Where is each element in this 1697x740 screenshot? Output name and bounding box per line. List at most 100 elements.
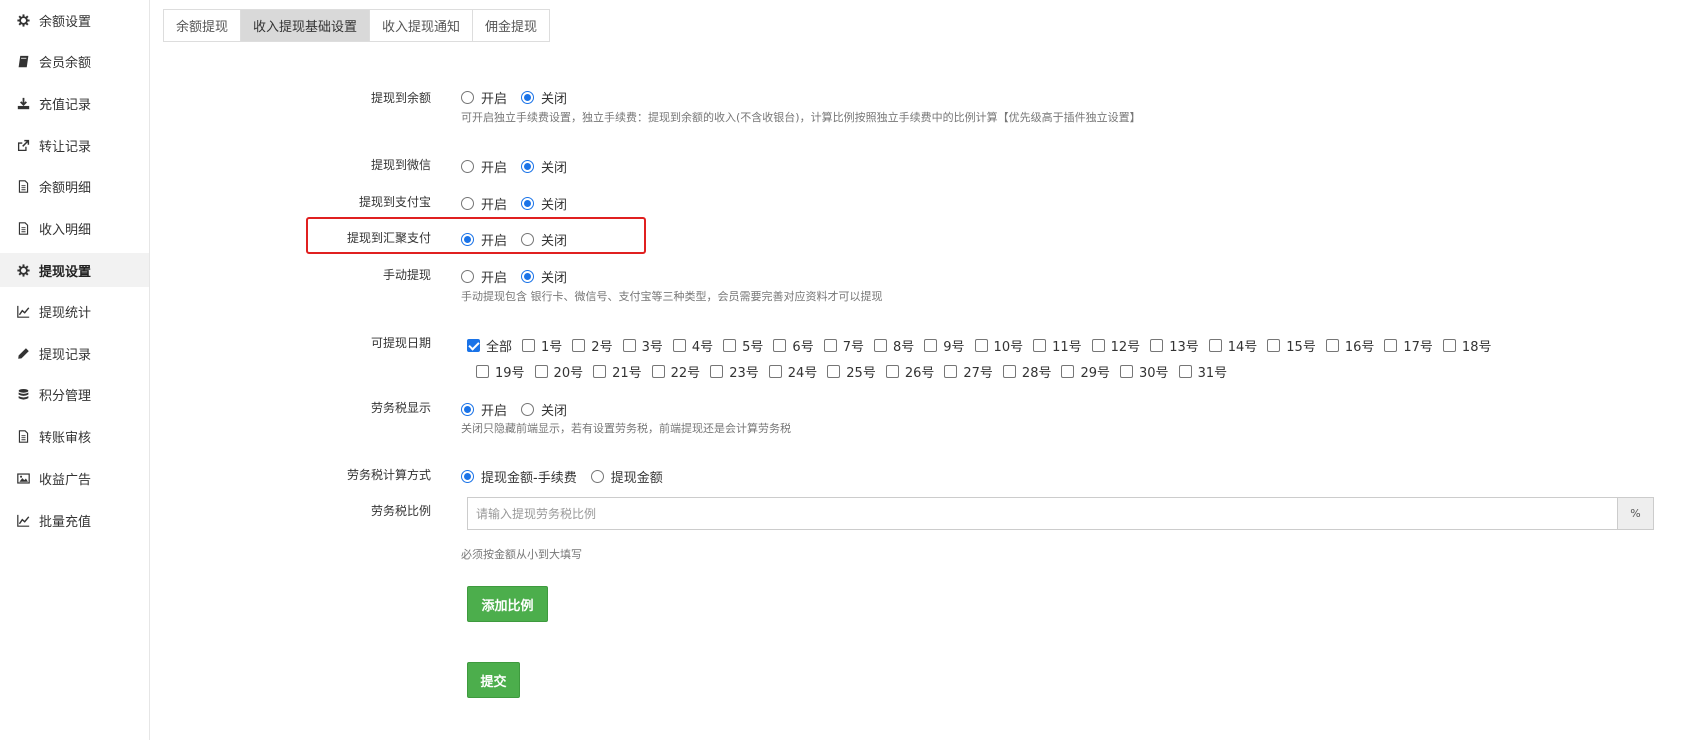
to-huiju-on-radio[interactable]: 开启 bbox=[461, 230, 507, 249]
date-checkbox[interactable]: 26号 bbox=[885, 362, 934, 381]
to-balance-options: 开启 关闭 bbox=[461, 88, 581, 107]
to-alipay-options: 开启 关闭 bbox=[461, 194, 581, 213]
tax-ratio-input-group: % bbox=[467, 497, 1654, 530]
date-checkbox[interactable]: 1号 bbox=[522, 336, 562, 355]
date-checkbox[interactable]: 7号 bbox=[823, 336, 864, 355]
date-checkbox[interactable]: 21号 bbox=[593, 362, 642, 381]
file-icon bbox=[16, 221, 30, 235]
date-checkbox[interactable]: 13号 bbox=[1150, 336, 1199, 355]
to-wechat-on-radio[interactable]: 开启 bbox=[461, 157, 507, 176]
dates-label: 可提现日期 bbox=[370, 336, 431, 350]
sidebar-item-label: 转让记录 bbox=[39, 139, 92, 155]
tab-balance-withdraw[interactable]: 余额提现 bbox=[164, 10, 242, 41]
date-checkbox[interactable]: 9号 bbox=[924, 336, 965, 355]
date-checkbox[interactable]: 2号 bbox=[572, 336, 613, 355]
date-checkbox[interactable]: 15号 bbox=[1267, 336, 1316, 355]
sidebar-item-3[interactable]: 充值记录 bbox=[0, 86, 149, 120]
date-checkbox[interactable]: 20号 bbox=[534, 362, 583, 381]
manual-off-radio[interactable]: 关闭 bbox=[521, 267, 567, 286]
to-wechat-off-radio[interactable]: 关闭 bbox=[521, 157, 567, 176]
tax-display-label: 劳务税显示 bbox=[370, 401, 431, 415]
gear-icon bbox=[16, 263, 30, 277]
to-balance-on-radio[interactable]: 开启 bbox=[461, 88, 507, 107]
date-checkbox[interactable]: 16号 bbox=[1325, 336, 1374, 355]
image-icon bbox=[16, 471, 30, 485]
date-checkbox[interactable]: 22号 bbox=[651, 362, 700, 381]
sidebar-item-12[interactable]: 收益广告 bbox=[0, 461, 149, 495]
sidebar-item-8[interactable]: 提现统计 bbox=[0, 294, 149, 328]
to-wechat-options: 开启 关闭 bbox=[461, 157, 581, 176]
sidebar-item-label: 批量充值 bbox=[39, 514, 92, 530]
to-alipay-off-radio[interactable]: 关闭 bbox=[521, 194, 567, 213]
date-checkbox[interactable]: 17号 bbox=[1384, 336, 1433, 355]
to-wechat-label: 提现到微信 bbox=[370, 158, 431, 172]
date-checkbox[interactable]: 29号 bbox=[1061, 362, 1110, 381]
dates-line-2: 19号 20号 21号 22号 23号 24号 25号 26号 27号 28号 29号 30号 31号 bbox=[476, 362, 1237, 381]
file-icon bbox=[16, 179, 30, 193]
submit-button[interactable]: 提交 bbox=[467, 662, 520, 698]
date-checkbox[interactable]: 10号 bbox=[974, 336, 1023, 355]
tax-method-amount-minus-fee-radio[interactable]: 提现金额-手续费 bbox=[461, 467, 577, 486]
tax-display-help: 关闭只隐藏前端显示，若有设置劳务税，前端提现还是会计算劳务税 bbox=[461, 422, 791, 435]
sidebar-item-10[interactable]: 积分管理 bbox=[0, 377, 149, 411]
sidebar-item-1[interactable]: 余额设置 bbox=[0, 3, 149, 37]
sidebar-item-5[interactable]: 余额明细 bbox=[0, 169, 149, 203]
date-checkbox[interactable]: 25号 bbox=[827, 362, 876, 381]
tax-ratio-input[interactable] bbox=[467, 497, 1617, 530]
date-checkbox[interactable]: 12号 bbox=[1091, 336, 1140, 355]
date-checkbox[interactable]: 24号 bbox=[768, 362, 817, 381]
date-checkbox[interactable]: 5号 bbox=[723, 336, 763, 355]
to-balance-label: 提现到余额 bbox=[370, 91, 431, 105]
sidebar-item-6[interactable]: 收入明细 bbox=[0, 211, 149, 245]
to-huiju-label: 提现到汇聚支付 bbox=[346, 231, 431, 245]
to-alipay-on-radio[interactable]: 开启 bbox=[461, 194, 507, 213]
tab-income-notice[interactable]: 收入提现通知 bbox=[370, 10, 474, 41]
date-checkbox[interactable]: 18号 bbox=[1442, 336, 1491, 355]
date-checkbox[interactable]: 31号 bbox=[1178, 362, 1227, 381]
sidebar-item-4[interactable]: 转让记录 bbox=[0, 128, 149, 162]
file-icon bbox=[16, 429, 30, 443]
tab-bar: 余额提现 收入提现基础设置 收入提现通知 佣金提现 bbox=[163, 9, 551, 42]
tax-display-options: 开启 关闭 bbox=[461, 400, 581, 419]
tax-display-on-radio[interactable]: 开启 bbox=[461, 400, 507, 419]
sidebar-item-9[interactable]: 提现记录 bbox=[0, 336, 149, 370]
manual-on-radio[interactable]: 开启 bbox=[461, 267, 507, 286]
manual-help: 手动提现包含 银行卡、微信号、支付宝等三种类型，会员需要完善对应资料才可以提现 bbox=[461, 290, 883, 303]
sidebar-item-11[interactable]: 转账审核 bbox=[0, 419, 149, 453]
sidebar-item-label: 会员余额 bbox=[39, 55, 92, 71]
tab-income-basic-settings[interactable]: 收入提现基础设置 bbox=[241, 10, 371, 41]
to-balance-off-radio[interactable]: 关闭 bbox=[521, 88, 567, 107]
dates-line-1: 全部 1号 2号 3号 4号 5号 6号 7号 8号 9号 10号 11号 12号 13号 14号 15号 1… bbox=[467, 336, 1501, 355]
add-ratio-button[interactable]: 添加比例 bbox=[467, 586, 548, 622]
date-checkbox[interactable]: 23号 bbox=[710, 362, 759, 381]
tax-method-options: 提现金额-手续费 提现金额 bbox=[461, 467, 677, 486]
date-checkbox[interactable]: 3号 bbox=[622, 336, 663, 355]
sidebar-item-2[interactable]: 会员余额 bbox=[0, 44, 149, 78]
date-checkbox[interactable]: 27号 bbox=[944, 362, 993, 381]
date-checkbox[interactable]: 8号 bbox=[873, 336, 914, 355]
line-chart-icon bbox=[16, 304, 30, 318]
date-checkbox[interactable]: 4号 bbox=[672, 336, 713, 355]
manual-label: 手动提现 bbox=[382, 268, 431, 282]
date-checkbox[interactable]: 28号 bbox=[1002, 362, 1051, 381]
sidebar-item-13[interactable]: 批量充值 bbox=[0, 503, 149, 537]
manual-options: 开启 关闭 bbox=[461, 267, 581, 286]
sidebar-item-label: 转账审核 bbox=[39, 430, 92, 446]
book-icon bbox=[16, 54, 30, 68]
to-huiju-options: 开启 关闭 bbox=[461, 230, 581, 249]
date-checkbox[interactable]: 6号 bbox=[773, 336, 814, 355]
tax-display-off-radio[interactable]: 关闭 bbox=[521, 400, 567, 419]
external-link-icon bbox=[16, 138, 30, 152]
date-checkbox[interactable]: 19号 bbox=[476, 362, 525, 381]
tab-commission-withdraw[interactable]: 佣金提现 bbox=[473, 10, 550, 41]
date-checkbox[interactable]: 14号 bbox=[1208, 336, 1257, 355]
tax-method-amount-radio[interactable]: 提现金额 bbox=[590, 467, 663, 486]
date-checkbox[interactable]: 11号 bbox=[1033, 336, 1082, 355]
sidebar-item-7[interactable]: 提现设置 bbox=[0, 253, 149, 287]
sidebar-item-label: 提现记录 bbox=[39, 347, 92, 363]
sidebar-item-label: 积分管理 bbox=[39, 388, 92, 404]
tax-ratio-label: 劳务税比例 bbox=[370, 504, 431, 518]
date-all-checkbox[interactable]: 全部 bbox=[467, 336, 512, 355]
to-huiju-off-radio[interactable]: 关闭 bbox=[521, 230, 567, 249]
date-checkbox[interactable]: 30号 bbox=[1120, 362, 1169, 381]
